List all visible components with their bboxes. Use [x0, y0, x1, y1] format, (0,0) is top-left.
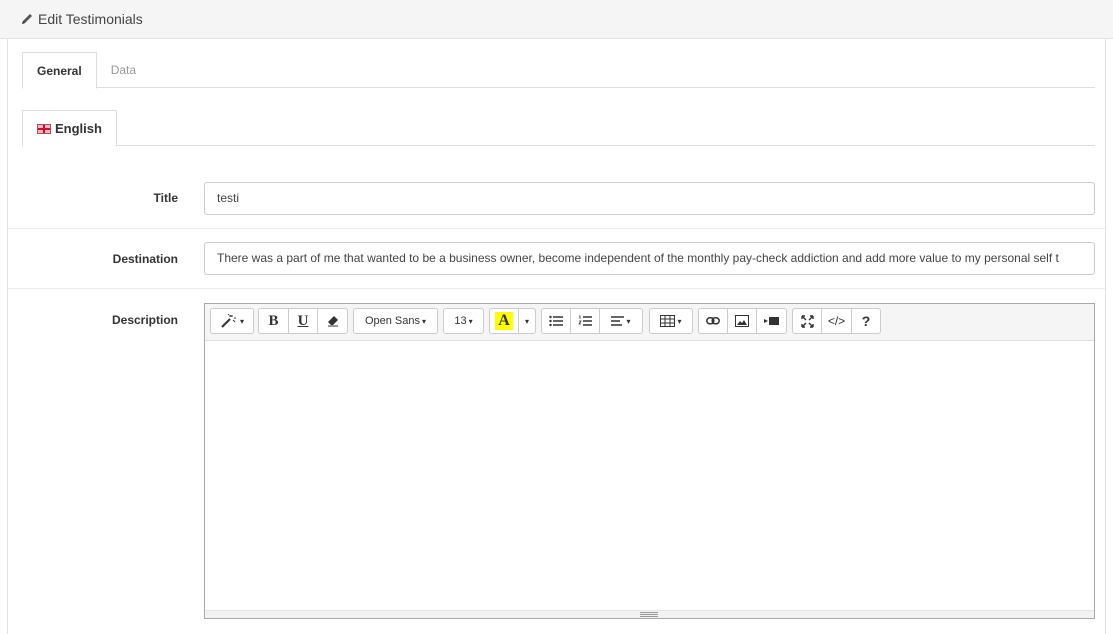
link-icon: [706, 316, 720, 326]
destination-input[interactable]: There was a part of me that wanted to be…: [204, 242, 1095, 275]
eraser-icon: [327, 315, 339, 327]
image-icon: [735, 315, 749, 327]
flag-uk-icon: [37, 123, 51, 134]
panel-body: General Data English Title testi Destina…: [7, 39, 1106, 634]
resize-grip-icon: [640, 612, 658, 617]
tab-english[interactable]: English: [22, 110, 117, 147]
video-button[interactable]: [756, 308, 787, 334]
font-size-select[interactable]: 13 ▾: [443, 308, 484, 334]
color-button[interactable]: A: [489, 308, 519, 334]
clear-format-button[interactable]: [317, 308, 348, 334]
ordered-list-icon: [578, 315, 592, 327]
video-icon: [764, 316, 779, 326]
link-button[interactable]: [698, 308, 728, 334]
table-icon: [660, 315, 676, 327]
editor-resize-bar[interactable]: [205, 610, 1094, 618]
align-button[interactable]: ▾: [599, 308, 643, 334]
color-dropdown-button[interactable]: ▾: [518, 308, 536, 334]
editor-content-area[interactable]: [205, 341, 1094, 611]
underline-button[interactable]: U: [288, 308, 318, 334]
tab-data[interactable]: Data: [97, 52, 150, 88]
font-family-select[interactable]: Open Sans ▾: [353, 308, 438, 334]
ordered-list-button[interactable]: [570, 308, 600, 334]
magic-wand-icon: [220, 314, 238, 328]
description-label: Description: [111, 313, 178, 327]
title-input[interactable]: testi: [204, 182, 1095, 215]
title-row: Title testi: [8, 169, 1105, 229]
pencil-icon: [20, 12, 34, 26]
destination-label: Destination: [112, 252, 178, 266]
unordered-list-icon: [549, 315, 563, 327]
editor-toolbar: ▾ B U Open Sans ▾ 13 ▾ A ▾ ▾ ▾ </> ?: [205, 304, 1094, 341]
description-editor: ▾ B U Open Sans ▾ 13 ▾ A ▾ ▾ ▾ </> ?: [204, 303, 1095, 619]
page-title: Edit Testimonials: [38, 11, 143, 27]
align-icon: [611, 315, 625, 327]
font-size-value: 13: [454, 315, 467, 327]
unordered-list-button[interactable]: [541, 308, 571, 334]
fullscreen-button[interactable]: [792, 308, 822, 334]
destination-row: Destination There was a part of me that …: [8, 229, 1105, 289]
language-tabs: English: [22, 110, 1095, 147]
fullscreen-icon: [800, 314, 814, 328]
main-tabs: General Data: [22, 52, 1095, 89]
bold-button[interactable]: B: [258, 308, 289, 334]
tab-english-label: English: [55, 121, 102, 136]
code-view-button[interactable]: </>: [821, 308, 852, 334]
title-label: Title: [153, 191, 178, 205]
panel-heading: Edit Testimonials: [0, 0, 1113, 39]
table-button[interactable]: ▾: [649, 308, 693, 334]
tab-general[interactable]: General: [22, 52, 97, 89]
help-button[interactable]: ?: [851, 308, 881, 334]
color-label: A: [495, 312, 513, 330]
font-family-value: Open Sans: [364, 315, 421, 327]
image-button[interactable]: [727, 308, 757, 334]
style-button[interactable]: ▾: [210, 308, 254, 334]
